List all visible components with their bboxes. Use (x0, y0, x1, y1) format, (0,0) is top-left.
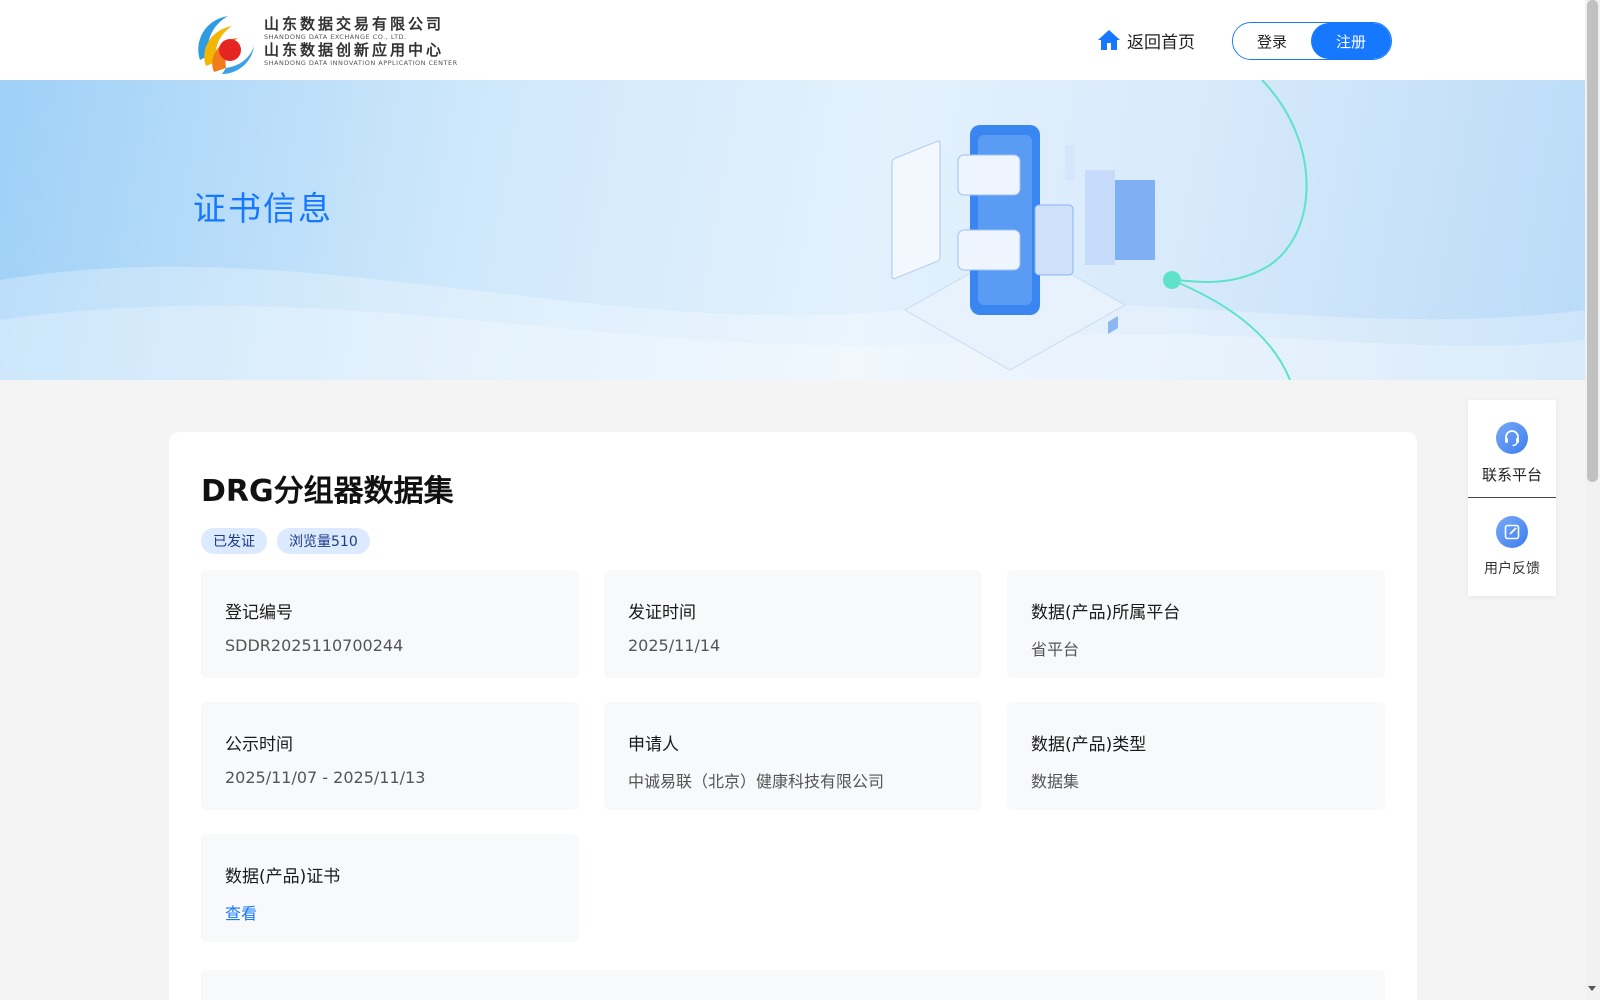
site-header: 山东数据交易有限公司 SHANDONG DATA EXCHANGE CO., L… (0, 0, 1585, 80)
info-value: 2025/11/14 (628, 636, 721, 655)
info-applicant: 申请人 中诚易联（北京）健康科技有限公司 (604, 702, 982, 810)
banner-illustration (0, 80, 1585, 380)
info-certificate: 数据(产品)证书 查看 (201, 834, 579, 942)
info-publicity-period: 公示时间 2025/11/07 - 2025/11/13 (201, 702, 579, 810)
status-badge: 已发证 (201, 528, 267, 554)
view-count-badge: 浏览量510 (277, 528, 370, 554)
info-value: 数据集 (1031, 772, 1080, 791)
vertical-scrollbar[interactable] (1585, 0, 1600, 1000)
banner: 证书信息 (0, 80, 1585, 380)
home-link[interactable]: 返回首页 (1097, 25, 1195, 55)
certificate-card: DRG分组器数据集 已发证 浏览量510 登记编号 SDDR2025110700… (169, 432, 1417, 1000)
info-label: 数据(产品)类型 (1031, 735, 1147, 755)
home-icon (1098, 30, 1120, 50)
register-button[interactable]: 注册 (1311, 23, 1391, 59)
tag-list: 已发证 浏览量510 (201, 528, 370, 554)
edit-icon (1496, 516, 1528, 548)
info-value: 2025/11/07 - 2025/11/13 (225, 768, 426, 787)
logo-line1-cn: 山东数据交易有限公司 (264, 15, 445, 33)
info-value: 省平台 (1031, 640, 1080, 659)
info-registration-number: 登记编号 SDDR2025110700244 (201, 570, 579, 678)
user-feedback-label: 用户反馈 (1484, 561, 1540, 577)
info-label: 登记编号 (225, 603, 293, 623)
user-feedback-button[interactable]: 用户反馈 (1468, 498, 1556, 595)
info-label: 数据(产品)证书 (225, 867, 341, 887)
page-title: 证书信息 (193, 189, 333, 228)
view-certificate-link[interactable]: 查看 (225, 900, 555, 924)
headset-icon (1496, 422, 1528, 454)
info-platform: 数据(产品)所属平台 省平台 (1007, 570, 1385, 678)
logo-line2-en: SHANDONG DATA INNOVATION APPLICATION CEN… (264, 59, 458, 67)
info-label: 申请人 (628, 735, 679, 755)
logo[interactable]: 山东数据交易有限公司 SHANDONG DATA EXCHANGE CO., L… (192, 12, 458, 76)
info-issue-date: 发证时间 2025/11/14 (604, 570, 982, 678)
logo-text: 山东数据交易有限公司 SHANDONG DATA EXCHANGE CO., L… (264, 15, 458, 68)
dataset-title: DRG分组器数据集 (201, 474, 454, 509)
info-value: SDDR2025110700244 (225, 636, 404, 655)
home-link-label: 返回首页 (1127, 32, 1195, 53)
scrollbar-thumb[interactable] (1587, 0, 1598, 482)
floating-side-panel: 联系平台 用户反馈 (1468, 400, 1556, 596)
info-label: 发证时间 (628, 603, 696, 623)
contact-platform-button[interactable]: 联系平台 (1468, 400, 1556, 497)
scroll-down-arrow-icon[interactable] (1588, 986, 1596, 991)
contact-platform-label: 联系平台 (1481, 466, 1542, 484)
logo-mark-icon (198, 16, 254, 74)
info-label: 公示时间 (225, 735, 293, 755)
info-label: 数据(产品)所属平台 (1031, 603, 1181, 623)
info-value: 中诚易联（北京）健康科技有限公司 (628, 772, 885, 791)
info-product-type: 数据(产品)类型 数据集 (1007, 702, 1385, 810)
next-section (201, 970, 1385, 1000)
auth-buttons: 登录 注册 (1232, 22, 1392, 60)
logo-line2-cn: 山东数据创新应用中心 (264, 41, 445, 59)
login-button[interactable]: 登录 (1233, 23, 1311, 59)
